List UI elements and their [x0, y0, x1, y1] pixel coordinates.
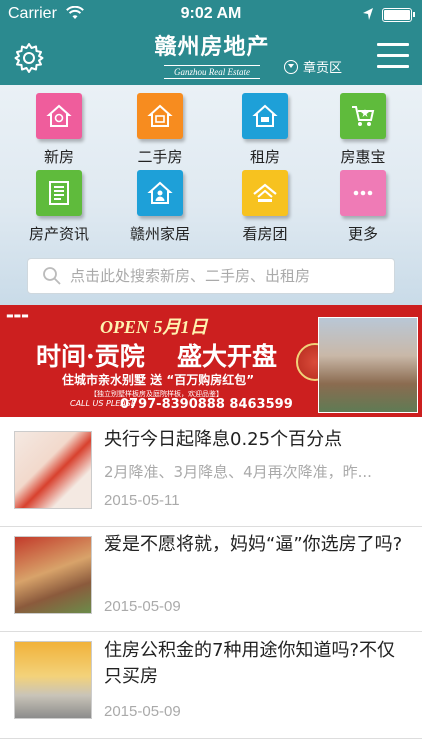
news-thumbnail: [14, 641, 92, 719]
category-viewing-group[interactable]: 看房团: [220, 170, 310, 244]
category-label: 租房: [249, 148, 280, 166]
region-selector[interactable]: 章贡区: [284, 57, 342, 76]
category-new-house[interactable]: 新房: [14, 93, 104, 167]
banner-open-text: OPEN 5月1日: [100, 317, 208, 337]
banner-villa-photo: [318, 317, 418, 413]
app-header: 赣州房地产 Ganzhou Real Estate 章贡区: [0, 30, 422, 85]
category-label: 房惠宝: [340, 148, 386, 166]
house-icon: [137, 93, 183, 139]
news-date: 2015-05-09: [104, 598, 181, 615]
search-input[interactable]: [70, 267, 390, 285]
list-item[interactable]: 央行今日起降息0.25个百分点 2月降准、3月降息、4月再次降准，昨... 20…: [0, 417, 422, 527]
search-icon: [43, 267, 61, 285]
app-logo: 赣州房地产 Ganzhou Real Estate: [142, 34, 282, 80]
news-date: 2015-05-11: [104, 492, 180, 509]
promo-banner[interactable]: ▬▬▬ OPEN 5月1日 时间·贡院 盛大开盘 住城市亲水别墅 送 “百万购房…: [0, 305, 422, 417]
news-thumbnail: [14, 431, 92, 509]
category-label: 赣州家居: [129, 225, 190, 243]
chevron-down-icon: [284, 59, 298, 74]
category-grid: 新房 二手房 租房 房惠宝 房产资讯 赣州家居 看房团 更多 点击此处搜索新房、…: [0, 85, 422, 305]
category-label: 看房团: [242, 225, 288, 243]
status-bar: Carrier 9:02 AM: [0, 0, 422, 30]
news-title: 爱是不愿将就，妈妈“逼”你选房了吗?: [104, 534, 403, 555]
house-icon: [36, 93, 82, 139]
category-rent[interactable]: 租房: [220, 93, 310, 167]
banner-title-left: 时间·贡院: [36, 342, 145, 371]
hamburger-menu-icon[interactable]: [377, 43, 409, 71]
banner-subtitle: 住城市亲水别墅 送 “百万购房红包”: [62, 373, 255, 387]
category-news[interactable]: 房产资讯: [14, 170, 104, 244]
region-label: 章贡区: [303, 61, 343, 76]
house-icon: [242, 93, 288, 139]
category-label: 房产资讯: [28, 225, 89, 243]
category-home-furnishing[interactable]: 赣州家居: [115, 170, 205, 244]
category-second-hand[interactable]: 二手房: [115, 93, 205, 167]
more-icon: [340, 170, 386, 216]
category-fanghuibao[interactable]: 房惠宝: [318, 93, 408, 167]
category-label: 二手房: [137, 148, 183, 166]
logo-title: 赣州房地产: [154, 34, 270, 60]
news-title: 央行今日起降息0.25个百分点: [104, 429, 343, 450]
list-item[interactable]: 住房公积金的7种用途你知道吗?不仅只买房 2015-05-09: [0, 629, 422, 739]
news-icon: [36, 170, 82, 216]
gear-icon[interactable]: [12, 41, 46, 75]
search-bar[interactable]: [27, 258, 395, 294]
cart-icon: [340, 93, 386, 139]
news-summary: 2月降准、3月降息、4月再次降准，昨...: [104, 463, 372, 481]
banner-phones: 0797-8390888 8463599: [120, 397, 293, 412]
news-thumbnail: [14, 536, 92, 614]
category-label: 更多: [347, 225, 378, 243]
list-item[interactable]: 爱是不愿将就，妈妈“逼”你选房了吗? 2015-05-09: [0, 522, 422, 632]
logo-subtitle: Ganzhou Real Estate: [164, 65, 260, 79]
banner-logo: ▬▬▬: [6, 311, 29, 320]
category-more[interactable]: 更多: [318, 170, 408, 244]
battery-icon: [382, 8, 415, 22]
clock: 9:02 AM: [180, 5, 242, 22]
news-date: 2015-05-09: [104, 703, 181, 720]
location-arrow-icon: [363, 8, 373, 20]
roof-icon: [242, 170, 288, 216]
news-title: 住房公积金的7种用途你知道吗?不仅只买房: [104, 640, 396, 687]
category-label: 新房: [43, 148, 74, 166]
banner-title-right: 盛大开盘: [177, 342, 278, 371]
person-icon: [137, 170, 183, 216]
